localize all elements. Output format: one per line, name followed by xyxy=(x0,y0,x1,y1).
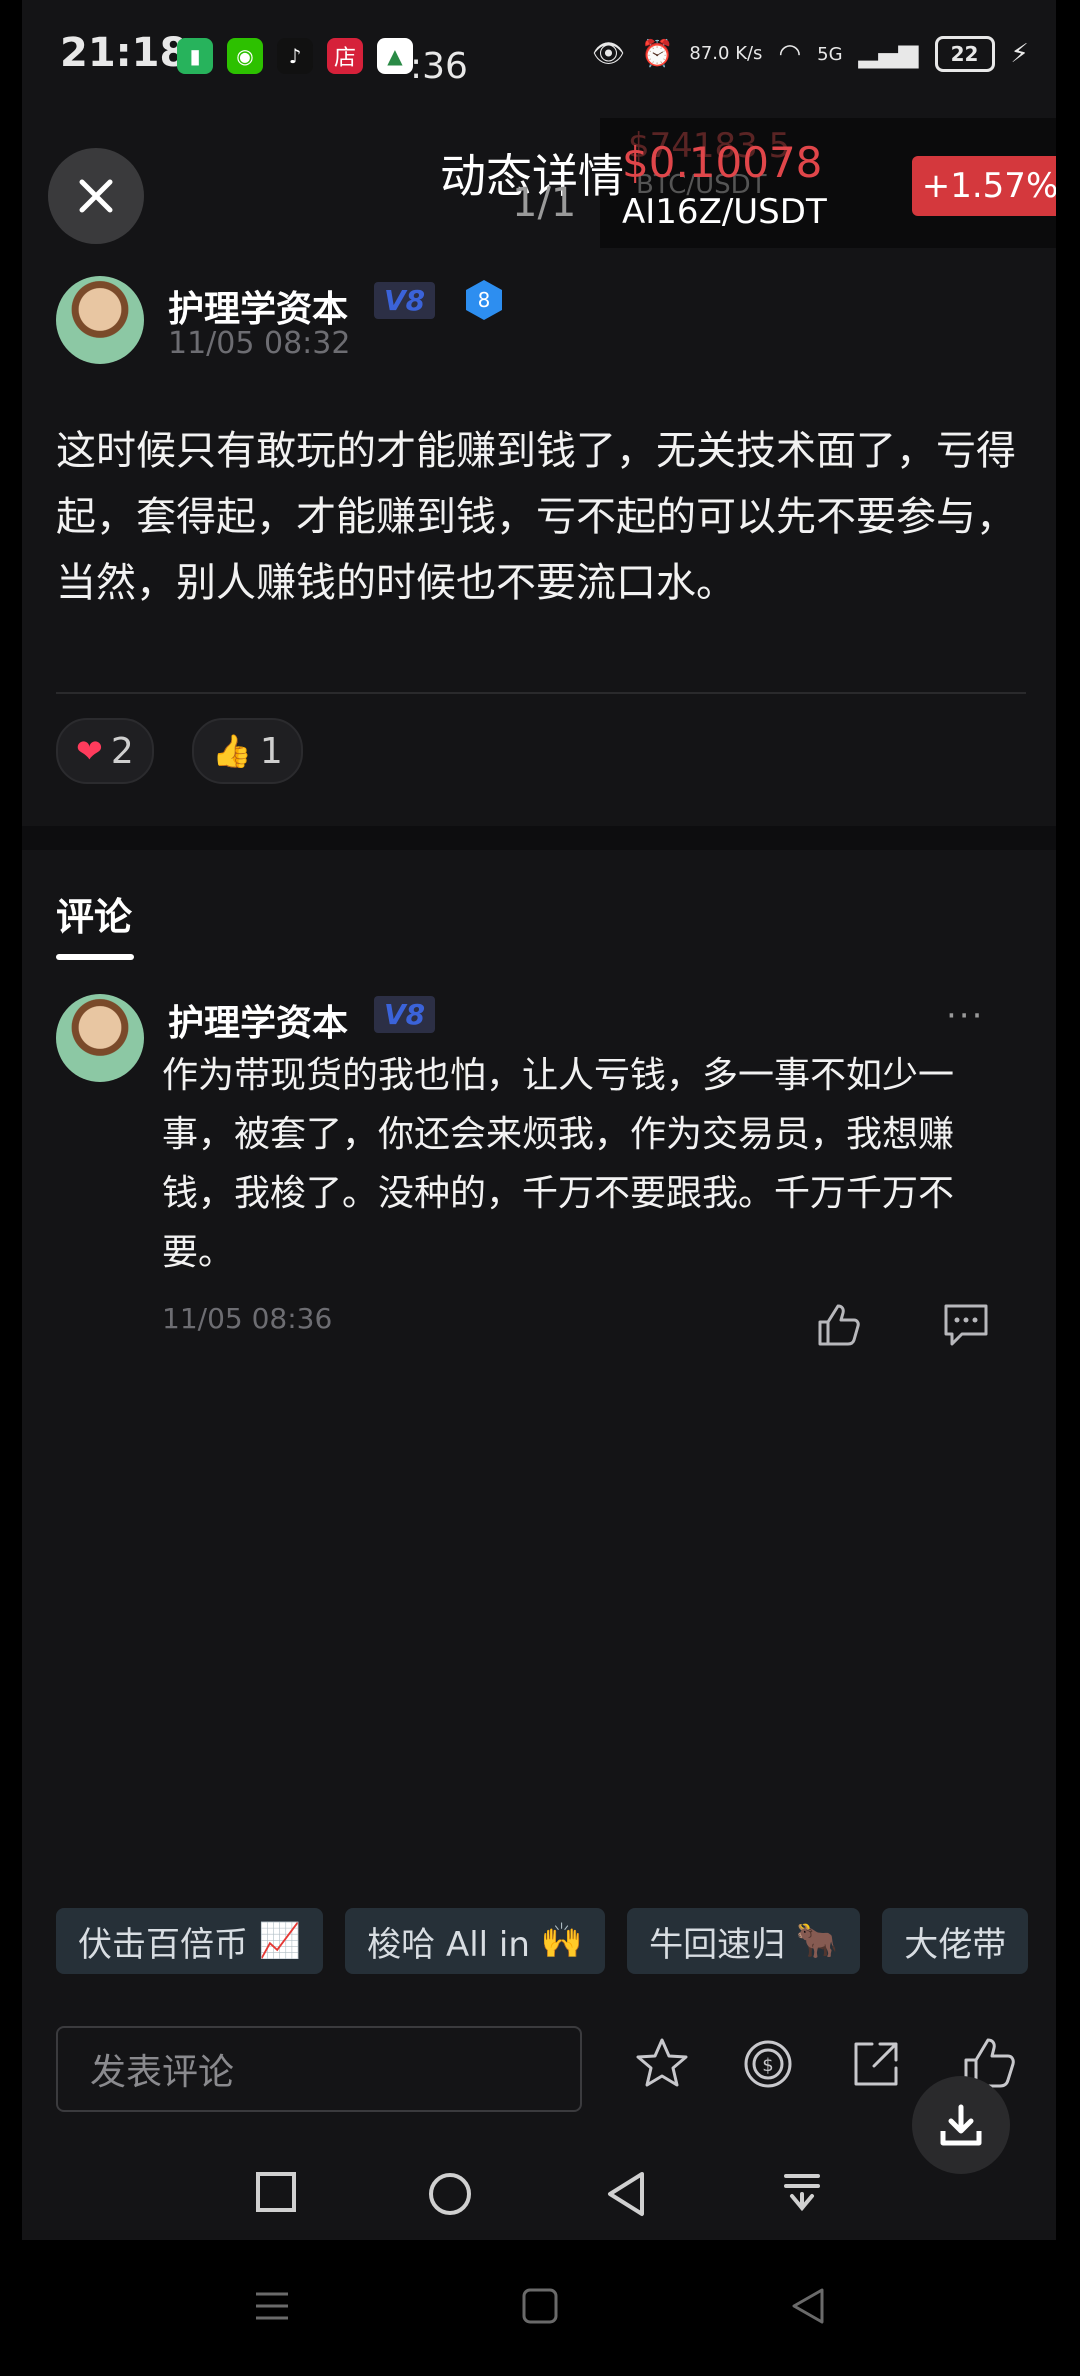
back-icon[interactable] xyxy=(604,2170,648,2218)
notification-icons: ▮ ◉ ♪ 店 ▲ xyxy=(177,38,413,74)
status-right: 👁 ⏰ 87.0 K/s ◠ 5G ▂▄▆ 22 ⚡ xyxy=(592,36,1029,72)
comment-body: 作为带现货的我也怕，让人亏钱，多一事不如少一事，被套了，你还会来烦我，作为交易员… xyxy=(162,1055,955,1273)
status-clock-overlay: :36 xyxy=(410,46,468,87)
chip-label: 伏击百倍币 xyxy=(78,1924,248,1965)
network-type: 5G xyxy=(817,43,843,65)
reaction-thumbs-up-button[interactable]: 👍 1 xyxy=(192,718,303,784)
comment-like-icon[interactable] xyxy=(814,1300,864,1350)
ticker-change-badge: +1.57% xyxy=(912,156,1056,216)
share-icon[interactable] xyxy=(846,2034,906,2094)
home-icon[interactable] xyxy=(426,2170,474,2218)
comment-time: 11/05 08:36 xyxy=(162,1302,333,1335)
download-icon xyxy=(940,2104,982,2146)
status-time: 21:18 xyxy=(60,30,188,76)
chip-item[interactable]: 牛回速归 🐂 xyxy=(627,1908,861,1974)
tab-underline xyxy=(56,954,134,960)
chip-emoji: 🙌 xyxy=(540,1921,584,1961)
maps-icon: ▲ xyxy=(377,38,413,74)
page-counter: 1/1 xyxy=(512,180,577,226)
app-nav-bar xyxy=(22,2150,1056,2240)
chip-item[interactable]: 大佬带 xyxy=(882,1908,1029,1974)
eye-icon: 👁 xyxy=(592,39,626,69)
ticker-pair: AI16Z/USDT xyxy=(622,192,827,232)
quick-reply-chips: 伏击百倍币 📈 梭哈 All in 🙌 牛回速归 🐂 大佬带 xyxy=(56,1908,1029,1974)
system-back-icon[interactable] xyxy=(788,2286,828,2326)
price-ticker[interactable]: $74183.5 BTC/USDT $0.10078 AI16Z/USDT +1… xyxy=(600,118,1056,248)
system-nav-bar xyxy=(0,2240,1080,2376)
comment-author[interactable]: 护理学资本 xyxy=(168,994,348,1046)
chip-label: 牛回速归 xyxy=(649,1924,786,1965)
comment-avatar[interactable] xyxy=(56,994,144,1082)
chip-label: 大佬带 xyxy=(904,1924,1007,1965)
shop-icon: 店 xyxy=(327,38,363,74)
collapse-icon[interactable] xyxy=(780,2170,824,2218)
chip-emoji: 🐂 xyxy=(795,1921,839,1961)
comment-vip-badge: V8 xyxy=(374,996,436,1033)
status-bar: 21:18 ▮ ◉ ♪ 店 ▲ :36 👁 ⏰ 87.0 K/s ◠ 5G ▂▄… xyxy=(22,0,1056,120)
app-screen: 21:18 ▮ ◉ ♪ 店 ▲ :36 👁 ⏰ 87.0 K/s ◠ 5G ▂▄… xyxy=(22,0,1056,2240)
recent-apps-icon[interactable] xyxy=(254,2170,298,2214)
post-body: 这时候只有敢玩的才能赚到钱了，无关技术面了，亏得起，套得起，才能赚到钱，亏不起的… xyxy=(56,428,1016,606)
menu-icon[interactable] xyxy=(252,2286,292,2326)
reaction-count: 2 xyxy=(110,730,134,772)
svg-text:$: $ xyxy=(762,2055,773,2076)
net-speed: 87.0 K/s xyxy=(689,43,763,64)
author-name[interactable]: 护理学资本 xyxy=(168,280,348,332)
battery-saver-icon: ▮ xyxy=(177,38,213,74)
heart-icon: ❤ xyxy=(76,732,103,770)
post-time: 11/05 08:32 xyxy=(168,326,351,361)
reaction-count: 1 xyxy=(259,730,283,772)
reaction-heart-button[interactable]: ❤ 2 xyxy=(56,718,154,784)
system-home-icon[interactable] xyxy=(520,2286,560,2326)
thumbs-up-icon: 👍 xyxy=(212,732,252,770)
chip-emoji: 📈 xyxy=(258,1921,302,1961)
wechat-icon: ◉ xyxy=(227,38,263,74)
vip-badge: V8 xyxy=(374,282,436,319)
signal-icon: ▂▄▆ xyxy=(858,39,919,69)
battery-indicator: 22 xyxy=(934,36,995,72)
comment-reply-icon[interactable] xyxy=(940,1300,992,1350)
more-options-button[interactable]: ··· xyxy=(946,996,984,1036)
star-icon[interactable] xyxy=(632,2034,692,2094)
divider xyxy=(56,692,1026,694)
ticker-price: $0.10078 xyxy=(622,138,823,187)
chip-item[interactable]: 梭哈 All in 🙌 xyxy=(345,1908,606,1974)
tip-coin-icon[interactable]: $ xyxy=(738,2034,798,2094)
level-badge-text: 8 xyxy=(478,288,491,312)
avatar[interactable] xyxy=(56,276,144,364)
level-badge: 8 xyxy=(466,280,502,320)
chip-label: 梭哈 All in xyxy=(367,1924,530,1965)
chip-item[interactable]: 伏击百倍币 📈 xyxy=(56,1908,324,1974)
close-icon xyxy=(79,179,113,213)
alarm-icon: ⏰ xyxy=(641,39,674,69)
wifi-icon: ◠ xyxy=(778,39,802,69)
charging-icon: ⚡ xyxy=(1010,39,1029,69)
tiktok-icon: ♪ xyxy=(277,38,313,74)
tab-comments[interactable]: 评论 xyxy=(56,886,132,941)
comment-input[interactable]: 发表评论 xyxy=(56,2026,582,2112)
section-gap xyxy=(22,826,1056,850)
close-button[interactable] xyxy=(48,148,144,244)
